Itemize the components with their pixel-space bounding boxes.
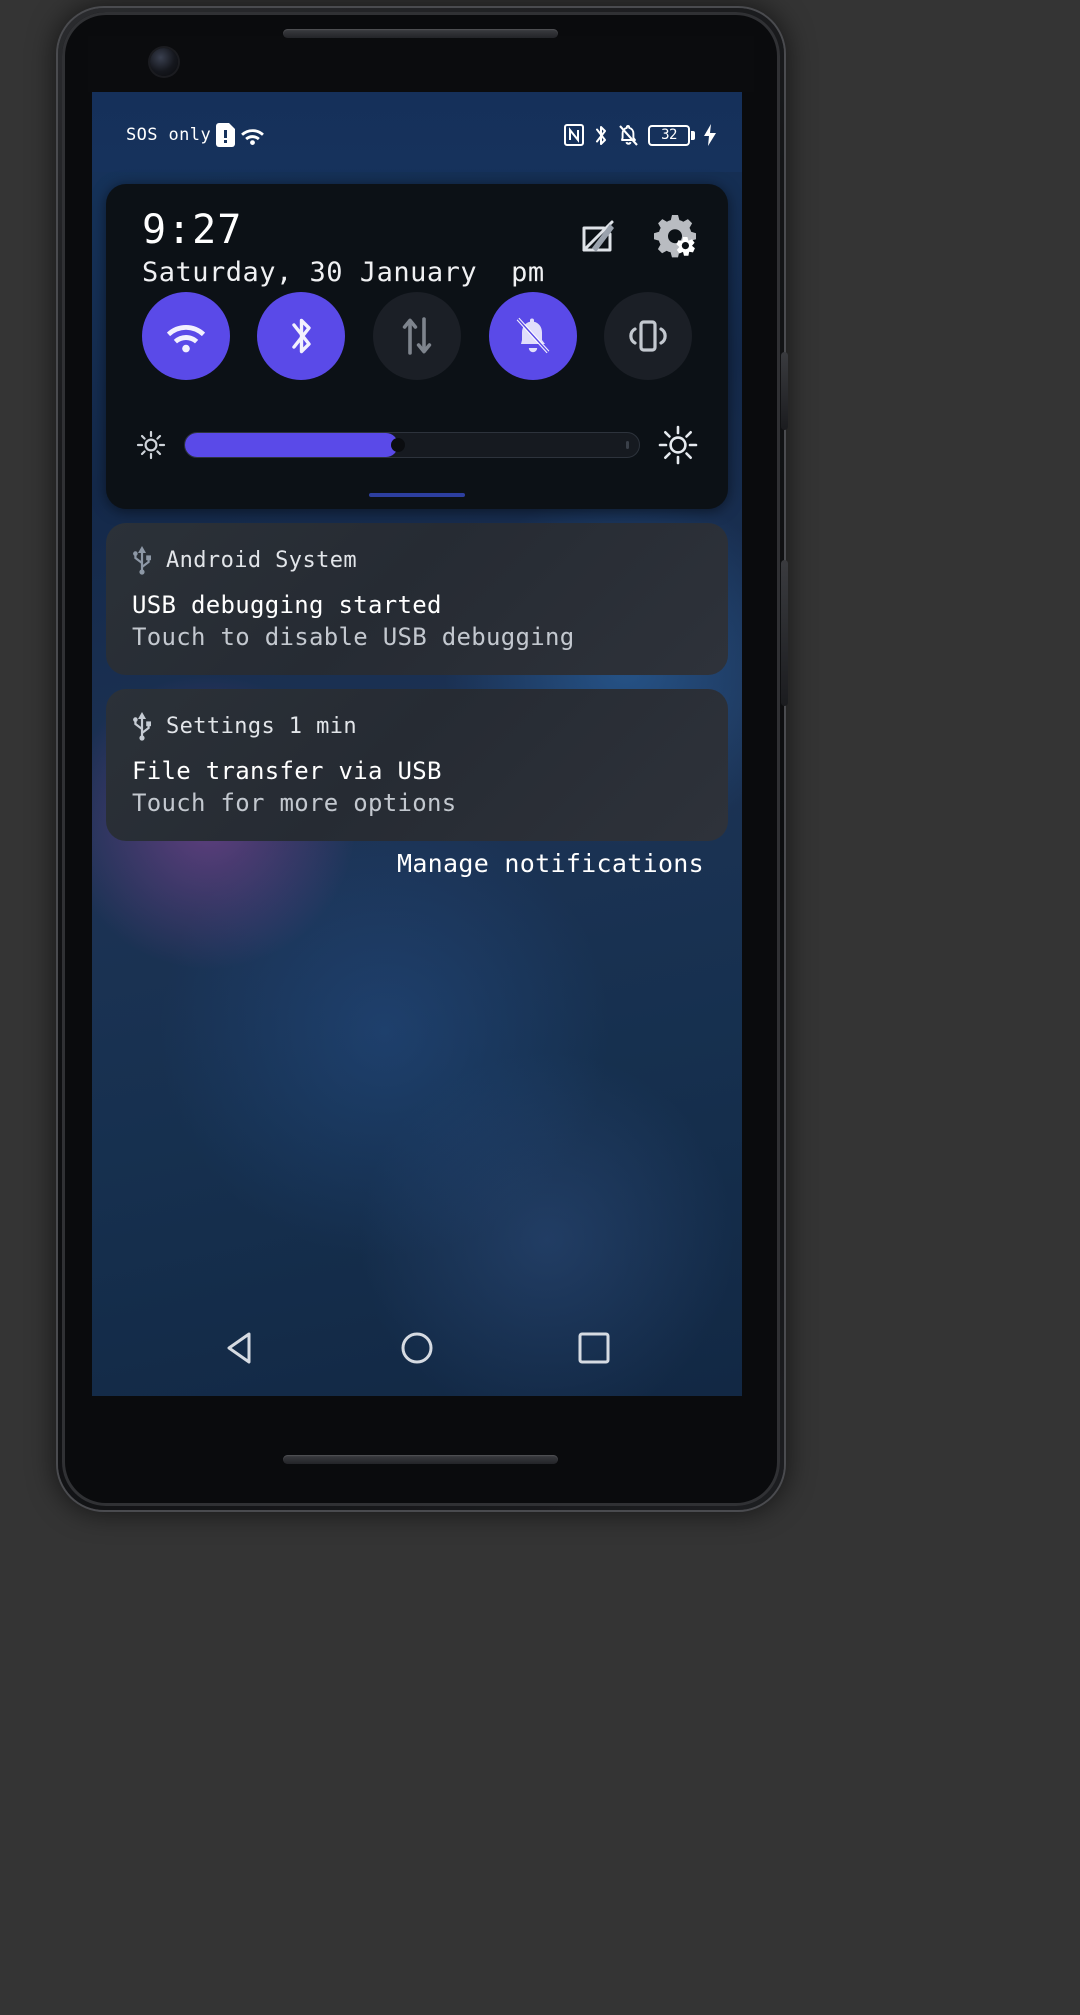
tile-silent[interactable] [488,292,577,380]
status-bar-right: 32 [564,124,716,147]
brightness-slider-end-marker [626,441,629,449]
tile-wifi[interactable] [141,292,230,380]
mobile-data-icon [402,317,432,355]
nav-recents-button[interactable] [559,1313,629,1383]
recents-icon [578,1332,610,1364]
phone-screen: SOS only 32 9:27 Saturday, 30 January pm… [92,92,742,1396]
front-camera [150,48,178,76]
usb-icon [133,546,151,575]
usb-icon [133,712,151,741]
tile-mobile-data[interactable] [372,292,461,380]
notification-subtitle: Touch to disable USB debugging [132,623,575,651]
nav-back-button[interactable] [205,1313,275,1383]
manage-notifications-button[interactable]: Manage notifications [397,849,704,878]
notifications-off-icon [619,124,638,146]
volume-button[interactable] [781,560,788,706]
battery-cap [691,130,695,140]
clock-date: Saturday, 30 January [142,256,478,288]
phone-top-bezel [88,36,754,92]
quick-settings-panel: 9:27 Saturday, 30 January pm [106,184,728,509]
navigation-bar [92,1300,742,1396]
tile-bluetooth[interactable] [257,292,346,380]
quick-settings-actions [578,212,702,264]
sim-card-alert-icon [216,123,236,147]
notification-card[interactable]: Settings 1 min File transfer via USB Tou… [106,689,728,841]
vibrate-icon [629,320,667,352]
carrier-label: SOS only [126,125,212,145]
notification-title: USB debugging started [132,591,442,619]
battery-indicator: 32 [648,124,695,146]
bottom-speaker [283,1455,558,1464]
quick-settings-tiles [106,292,728,380]
nfc-icon [564,124,584,146]
brightness-high-icon [658,425,698,465]
notification-header: Android System [132,545,702,575]
gear-icon[interactable] [650,212,702,264]
notification-title: File transfer via USB [132,757,442,785]
home-icon [401,1332,433,1364]
wifi-icon [166,324,205,352]
quick-settings-header: 9:27 Saturday, 30 January pm [106,184,728,294]
brightness-low-icon [136,430,166,460]
back-icon [227,1332,251,1364]
wifi-icon [241,129,264,145]
tile-vibrate[interactable] [604,292,693,380]
earpiece-speaker [283,29,558,38]
status-bar-left: SOS only [126,123,265,147]
notification-app-name: Settings 1 min [166,713,358,739]
brightness-slider[interactable] [184,432,640,458]
charging-bolt-icon [704,124,716,146]
quick-settings-drag-handle[interactable] [369,493,465,497]
clock-ampm: pm [511,256,545,288]
brightness-slider-knob[interactable] [391,438,406,452]
battery-level-label: 32 [661,127,677,143]
notifications-off-icon [516,317,549,354]
status-bar: SOS only 32 [92,92,742,178]
battery-body: 32 [648,124,690,146]
notification-app-name: Android System [166,547,358,573]
power-button[interactable] [781,352,788,430]
notification-subtitle: Touch for more options [132,789,457,817]
edit-icon[interactable] [578,216,622,260]
nav-home-button[interactable] [382,1313,452,1383]
notification-header: Settings 1 min [132,711,702,741]
brightness-slider-fill [185,433,399,457]
bluetooth-icon [292,318,311,354]
brightness-row [106,425,728,465]
manage-notifications-row: Manage notifications [106,849,728,878]
bluetooth-icon [596,125,606,145]
notification-card[interactable]: Android System USB debugging started Tou… [106,523,728,675]
